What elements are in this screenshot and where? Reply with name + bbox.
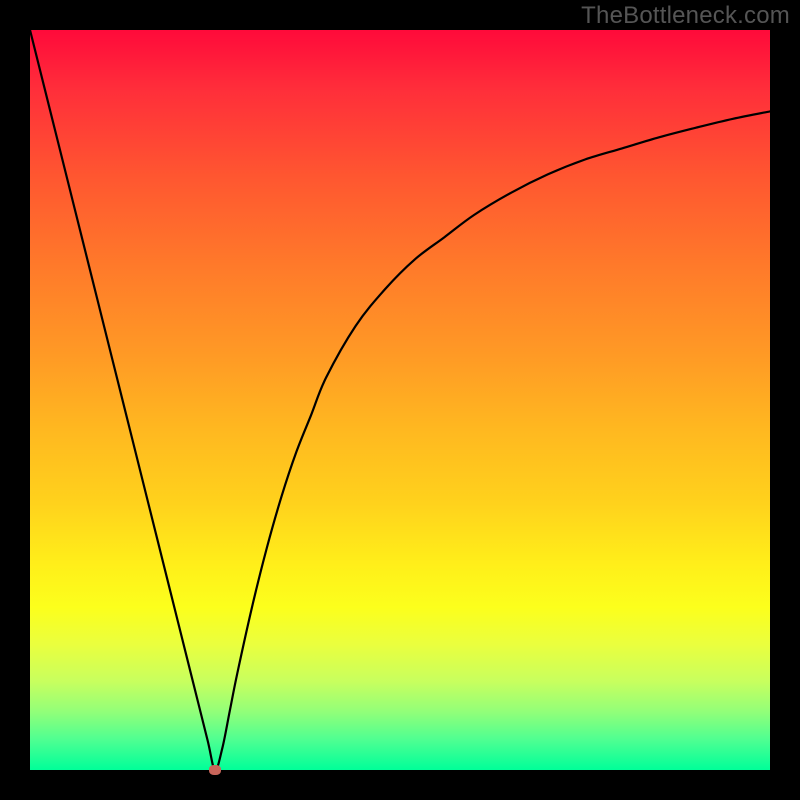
chart-container: TheBottleneck.com — [0, 0, 800, 800]
watermark-text: TheBottleneck.com — [581, 2, 790, 30]
optimum-marker — [209, 765, 221, 775]
plot-area — [30, 30, 770, 770]
curve-layer — [30, 30, 770, 770]
bottleneck-curve — [30, 30, 770, 770]
